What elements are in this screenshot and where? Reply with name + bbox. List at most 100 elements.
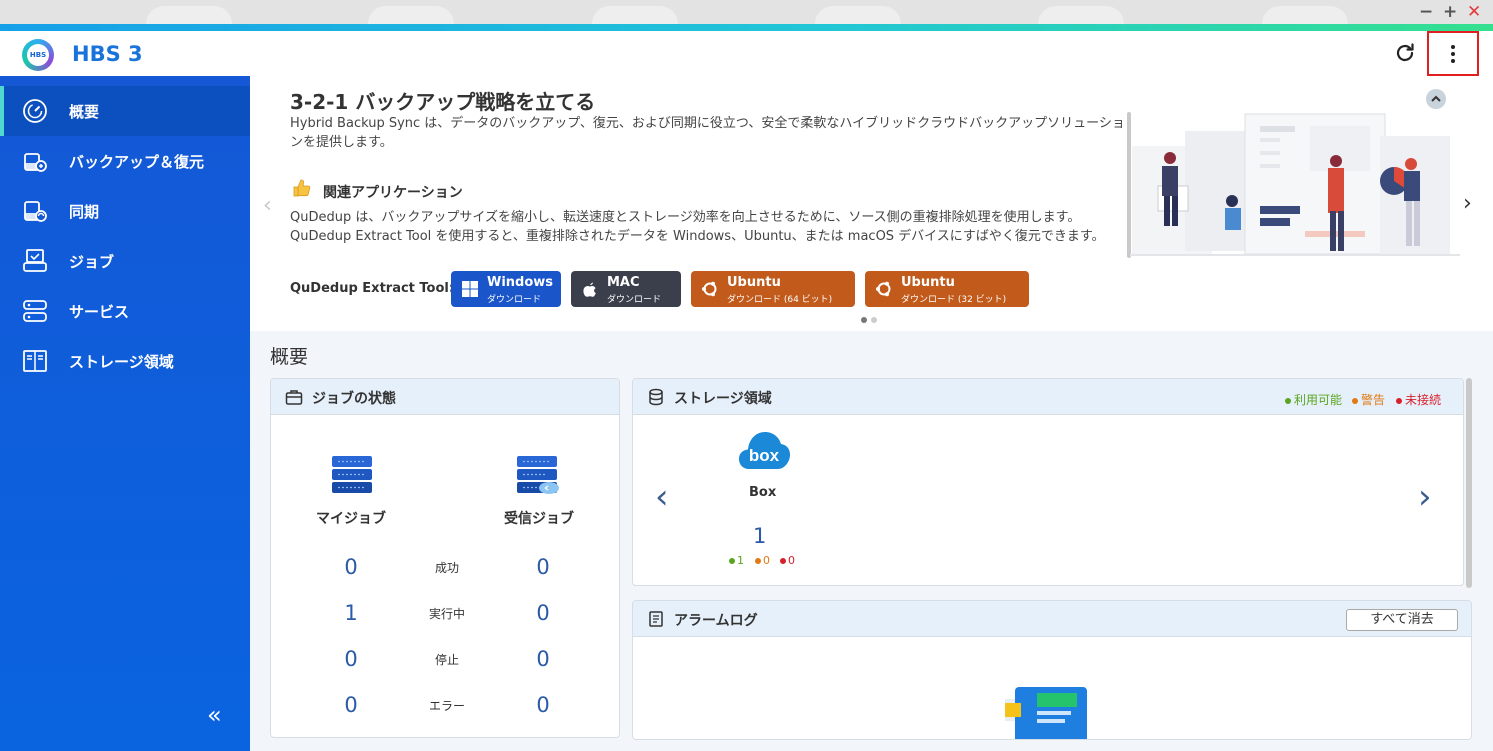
- legend-available: 利用可能: [1285, 391, 1342, 408]
- close-button[interactable]: ✕: [1467, 2, 1481, 22]
- alarm-log-card: アラームログ すべて消去: [632, 600, 1472, 740]
- sidebar-item-label: バックアップ＆復元: [69, 153, 205, 171]
- download-windows-button[interactable]: Windows ダウンロード: [451, 271, 561, 307]
- legend-dot: [1352, 397, 1358, 404]
- download-ubuntu-64-button[interactable]: Ubuntu ダウンロード (64 ビット): [691, 271, 855, 307]
- incoming-error-count[interactable]: 0: [523, 693, 563, 717]
- sidebar-item-sync[interactable]: 同期: [0, 186, 250, 236]
- sidebar-item-label: ストレージ領域: [69, 353, 174, 371]
- my-jobs-label: マイジョブ: [316, 511, 386, 527]
- incoming-jobs-label: 受信ジョブ: [504, 511, 574, 527]
- count-value: 1: [737, 554, 744, 567]
- legend-dot: [1396, 397, 1402, 404]
- download-button-title: MAC: [607, 275, 640, 290]
- maximize-button[interactable]: +: [1443, 2, 1457, 22]
- more-dot: [1451, 45, 1455, 49]
- storage-next-button[interactable]: ›: [1418, 477, 1432, 517]
- app-logo-icon: HBS: [22, 39, 54, 71]
- related-apps-title: 関連アプリケーション: [323, 185, 463, 201]
- main-scrollbar[interactable]: [1466, 378, 1472, 588]
- sidebar-item-label: 概要: [69, 103, 100, 121]
- count-value: 0: [763, 554, 770, 567]
- legend-dot: [1285, 397, 1291, 404]
- banner-description: Hybrid Backup Sync は、データのバックアップ、復元、および同期…: [290, 116, 1125, 150]
- log-icon: [649, 611, 663, 627]
- clear-all-button[interactable]: すべて消去: [1346, 609, 1458, 631]
- sidebar: 概要 バックアップ＆復元 同期 ジョブ サービス ストレージ領域 «: [0, 76, 250, 751]
- my-jobs-error-count[interactable]: 0: [331, 693, 371, 717]
- storage-count[interactable]: 1: [753, 524, 766, 548]
- incoming-server-icon: [517, 456, 559, 494]
- banner-next-button[interactable]: ›: [1463, 191, 1472, 216]
- storage-disconnected-count: 0: [780, 554, 795, 567]
- thumbs-up-icon: [293, 179, 311, 197]
- status-label-success: 成功: [434, 561, 459, 575]
- background-ghost: [592, 6, 678, 24]
- minimize-button[interactable]: −: [1419, 2, 1433, 22]
- background-ghost: [146, 6, 232, 24]
- download-ubuntu-32-button[interactable]: Ubuntu ダウンロード (32 ビット): [865, 271, 1029, 307]
- download-mac-button[interactable]: MAC ダウンロード: [571, 271, 681, 307]
- box-cloud-logo[interactable]: box: [737, 429, 791, 471]
- card-title: アラームログ: [674, 613, 758, 629]
- more-dot: [1451, 59, 1455, 63]
- background-ghost: [815, 6, 901, 24]
- sidebar-item-services[interactable]: サービス: [0, 286, 250, 336]
- card-header: アラームログ すべて消去: [633, 601, 1471, 637]
- backup-restore-icon: [24, 153, 47, 172]
- status-dot: [729, 558, 735, 564]
- card-header: ジョブの状態: [271, 379, 619, 415]
- legend-label: 警告: [1361, 393, 1386, 407]
- sidebar-item-overview[interactable]: 概要: [0, 86, 250, 136]
- windows-icon: [462, 281, 478, 297]
- count-value: 0: [788, 554, 795, 567]
- background-ghost: [1038, 6, 1124, 24]
- sidebar-collapse-button[interactable]: «: [207, 703, 222, 727]
- my-jobs-running-count[interactable]: 1: [331, 601, 371, 625]
- legend-label: 利用可能: [1294, 393, 1343, 407]
- app-header: HBS HBS 3: [0, 31, 1493, 76]
- extract-tool-label: QuDedup Extract Tool:: [290, 281, 455, 296]
- storage-prev-button[interactable]: ‹: [655, 477, 669, 517]
- database-icon: [649, 388, 663, 406]
- banner-title: 3-2-1 バックアップ戦略を立てる: [290, 90, 596, 114]
- service-icon: [23, 300, 47, 322]
- sidebar-item-label: 同期: [69, 203, 100, 221]
- briefcase-icon: [285, 390, 303, 405]
- storage-warning-count: 0: [755, 554, 770, 567]
- app-logo-text: HBS: [27, 44, 49, 66]
- incoming-running-count[interactable]: 0: [523, 601, 563, 625]
- ubuntu-icon: [702, 281, 717, 297]
- background-ghost: [1262, 6, 1348, 24]
- storage-space-card: ストレージ領域 利用可能 警告 未接続 ‹ › box Box 1 1 0 0: [632, 378, 1464, 586]
- sync-icon: [24, 201, 47, 222]
- status-label-error: エラー: [428, 699, 465, 713]
- gauge-icon: [23, 99, 47, 123]
- storage-name: Box: [749, 485, 777, 500]
- job-icon: [23, 249, 47, 272]
- download-button-subtitle: ダウンロード (32 ビット): [901, 295, 1007, 305]
- download-button-subtitle: ダウンロード (64 ビット): [727, 295, 833, 305]
- sidebar-item-backup-restore[interactable]: バックアップ＆復元: [0, 136, 250, 186]
- my-jobs-success-count[interactable]: 0: [331, 555, 371, 579]
- status-label-running: 実行中: [428, 607, 465, 621]
- storage-space-icon: [23, 350, 47, 372]
- more-options-button[interactable]: [1427, 31, 1479, 76]
- card-title: ストレージ領域: [674, 391, 772, 407]
- download-button-title: Ubuntu: [901, 275, 955, 290]
- banner-prev-button[interactable]: ‹: [263, 193, 272, 218]
- sidebar-item-jobs[interactable]: ジョブ: [0, 236, 250, 286]
- download-button-subtitle: ダウンロード: [487, 295, 542, 305]
- incoming-stopped-count[interactable]: 0: [523, 647, 563, 671]
- download-button-title: Windows: [487, 275, 554, 290]
- incoming-success-count[interactable]: 0: [523, 555, 563, 579]
- legend-warning: 警告: [1352, 391, 1385, 408]
- window-title-bar: − + ✕: [0, 0, 1493, 24]
- refresh-icon[interactable]: [1393, 41, 1417, 65]
- carousel-dot-active[interactable]: [861, 317, 867, 323]
- intro-banner: 3-2-1 バックアップ戦略を立てる Hybrid Backup Sync は、…: [250, 76, 1493, 331]
- status-dot: [755, 558, 761, 564]
- my-jobs-stopped-count[interactable]: 0: [331, 647, 371, 671]
- carousel-dot[interactable]: [871, 317, 877, 323]
- sidebar-item-storage-space[interactable]: ストレージ領域: [0, 336, 250, 386]
